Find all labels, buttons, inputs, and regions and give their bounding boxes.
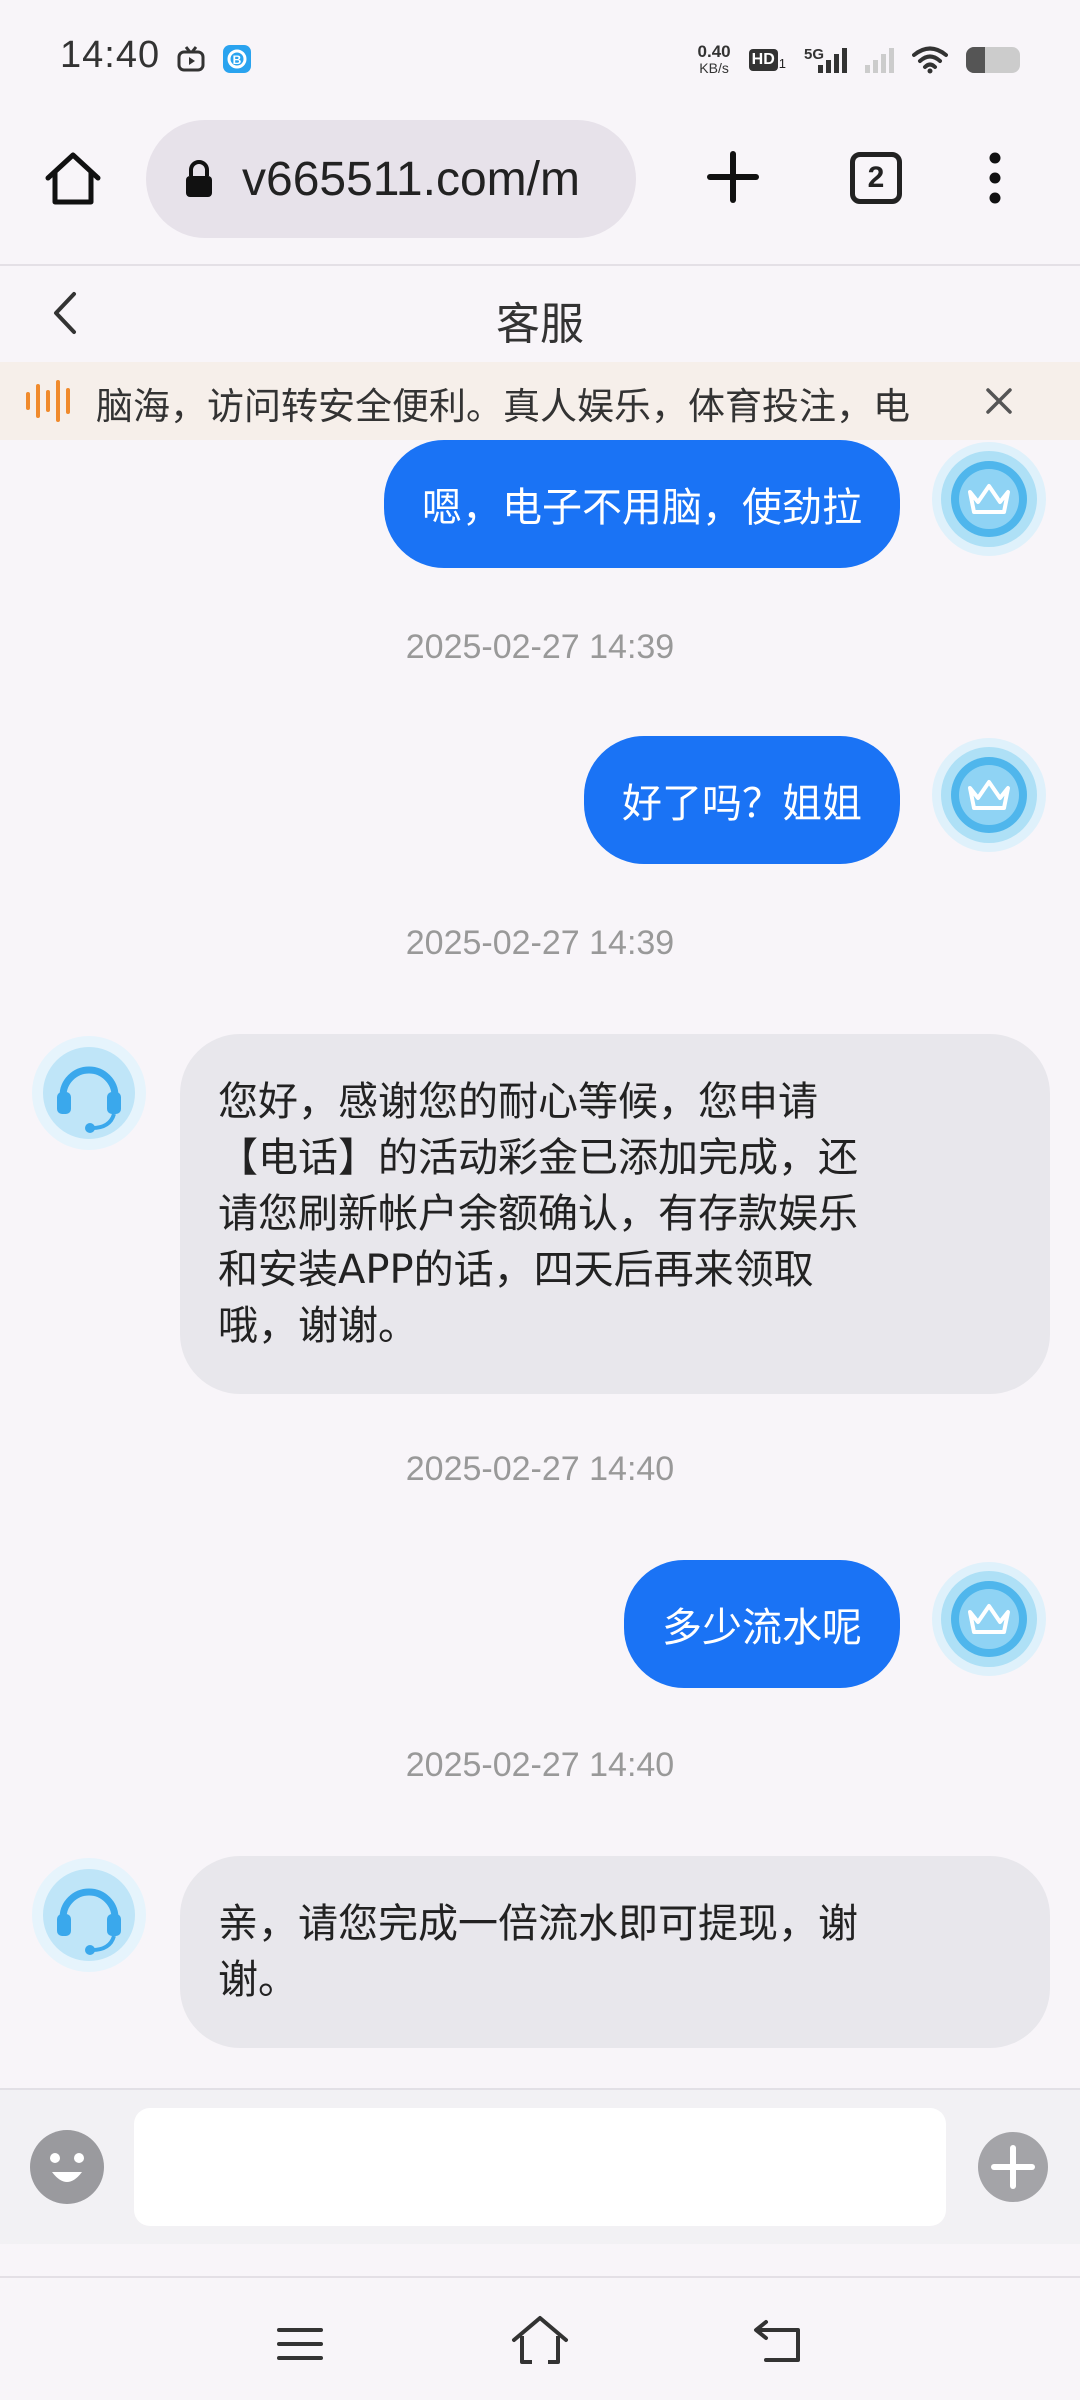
message-timestamp: 2025-02-27 14:40 [405,1450,675,1488]
wifi-icon [912,46,948,74]
close-icon[interactable] [978,380,1020,422]
message-timestamp: 2025-02-27 14:40 [405,1746,675,1784]
message-line: 哦，谢谢。 [218,1303,418,1349]
message-input[interactable] [134,2108,946,2226]
add-attachment-icon[interactable] [976,2130,1050,2204]
support-agent-headset-icon[interactable] [30,1856,148,1974]
user-avatar-crown-icon[interactable] [930,440,1048,558]
hd-indicator: HD 1 [748,49,786,71]
message-timestamp: 2025-02-27 14:39 [405,924,675,962]
network-label: 5G [803,46,824,63]
status-bar: 14:40 B 0.40 KB/s HD 1 5G [0,0,1080,120]
hd-badge: HD [748,49,778,71]
incoming-message-bubble: 亲，请您完成一倍流水即可提现，谢 谢。 [180,1856,1050,2048]
status-time: 14:40 [60,34,161,76]
support-agent-headset-icon[interactable] [30,1034,148,1152]
message-line: 【电话】的活动彩金已添加完成，还 [218,1135,858,1181]
message-line: 您好，感谢您的耐心等候，您申请 [218,1079,818,1125]
tabs-counter-button[interactable]: 2 [850,152,902,204]
message-timestamp: 2025-02-27 14:39 [405,628,675,666]
incoming-message-bubble: 您好，感谢您的耐心等候，您申请 【电话】的活动彩金已添加完成，还 请您刷新帐户余… [180,1034,1050,1394]
signal-5g: 5G [803,46,847,73]
url-text: v665511.com/m [242,152,580,206]
lock-icon [186,160,212,197]
recents-menu-icon[interactable] [276,2324,324,2364]
message-composer [0,2088,1080,2244]
more-vert-icon[interactable] [980,148,1010,208]
outgoing-message-bubble: 嗯，电子不用脑，使劲拉 [384,440,900,568]
nav-back-icon[interactable] [752,2316,804,2366]
svg-text:B: B [233,53,242,67]
chat-message-list[interactable]: 嗯，电子不用脑，使劲拉 2025-02-27 14:39 好了吗？姐姐 2025… [0,440,1080,2088]
browser-toolbar: v665511.com/m 2 [0,120,1080,262]
message-line: 谢。 [218,1957,298,2003]
notice-text: 脑海，访问转安全便利。真人娱乐，体育投注，电 [96,385,910,428]
tv-app-icon [177,46,205,72]
chat-title: 客服 [496,299,584,350]
outgoing-message-bubble: 多少流水呢 [624,1560,900,1688]
status-icons: 0.40 KB/s HD 1 5G [698,38,1020,82]
battery-fill [966,47,985,73]
address-bar[interactable]: v665511.com/m [146,120,636,238]
nav-home-icon[interactable] [510,2314,570,2370]
net-speed-value: 0.40 [697,42,731,61]
hd-sub: 1 [778,56,786,71]
user-avatar-crown-icon[interactable] [930,736,1048,854]
outgoing-message-bubble: 好了吗？姐姐 [584,736,900,864]
chat-header: 客服 [0,266,1080,362]
net-speed-unit: KB/s [699,60,729,76]
system-nav-bar [0,2276,1080,2400]
announcement-sound-icon [26,380,70,422]
app-badge-icon: B [223,45,251,73]
signal-secondary-icon [865,47,894,73]
notice-bar: 脑海，访问转安全便利。真人娱乐，体育投注，电 [0,362,1080,440]
user-avatar-crown-icon[interactable] [930,1560,1048,1678]
battery-icon [966,47,1020,73]
emoji-icon[interactable] [28,2128,106,2206]
home-icon[interactable] [40,146,106,212]
message-line: 和安装APP的话，四天后再来领取 [218,1247,814,1293]
net-speed: 0.40 KB/s [698,43,731,77]
new-tab-plus-icon[interactable] [700,144,766,210]
message-line: 请您刷新帐户余额确认，有存款娱乐 [218,1191,858,1237]
message-line: 亲，请您完成一倍流水即可提现，谢 [218,1901,858,1947]
